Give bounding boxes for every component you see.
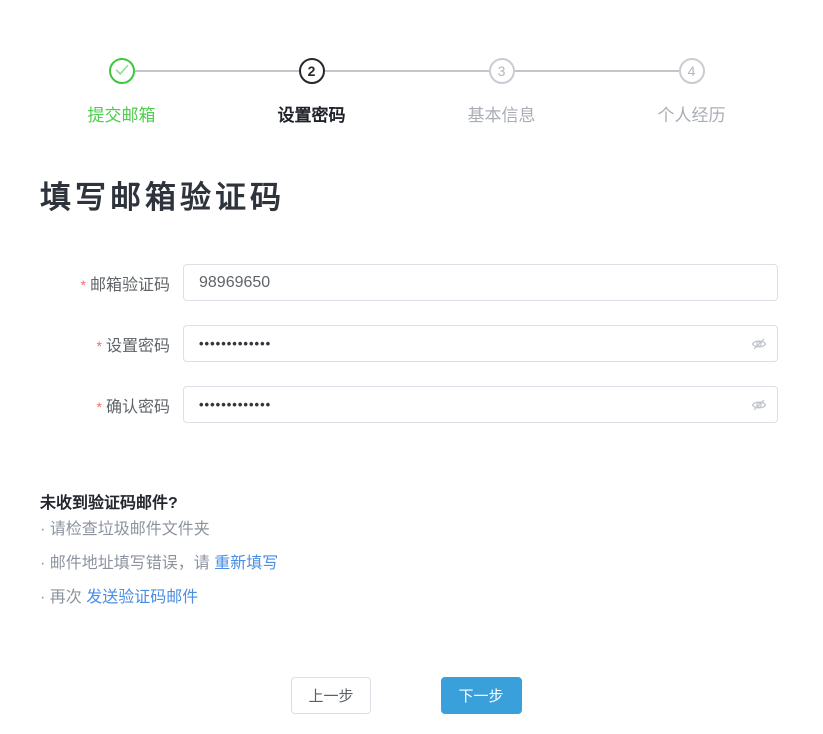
help-item-resend: · 再次 发送验证码邮件 [40,581,823,615]
help-item-check-spam: · 请检查垃圾邮件文件夹 [40,513,823,547]
refill-email-link[interactable]: 重新填写 [214,555,278,572]
confirm-password-row: *确认密码 [0,386,823,423]
email-code-row: *邮箱验证码 [0,264,823,301]
verification-form: *邮箱验证码 *设置密码 [0,264,823,423]
help-title: 未收到验证码邮件? [40,489,823,513]
required-marker: * [81,277,86,293]
email-code-input-wrap [183,264,778,301]
stepper-labels: 提交邮箱 设置密码 基本信息 个人经历 [109,101,705,125]
stepper-connector [135,70,299,72]
help-section: 未收到验证码邮件? · 请检查垃圾邮件文件夹 · 邮件地址填写错误，请 重新填写… [40,489,823,615]
email-code-label: *邮箱验证码 [0,271,183,295]
confirm-password-input-wrap [183,386,778,423]
next-step-button[interactable]: 下一步 [441,677,522,714]
step-circle-basic-info: 3 [489,58,515,84]
stepper-track: 2 3 4 [109,58,705,84]
confirm-password-input[interactable] [183,386,778,423]
eye-off-icon[interactable] [750,335,768,353]
step-label-basic-info: 基本信息 [468,101,536,126]
registration-page: 2 3 4 提交邮箱 设置密码 基本信息 个人经历 填写邮箱验证码 *邮箱验证码… [0,0,823,734]
email-code-input[interactable] [183,264,778,301]
action-bar: 上一步 下一步 [0,677,818,714]
stepper-connector [515,70,679,72]
confirm-password-label: *确认密码 [0,393,183,417]
set-password-label: *设置密码 [0,332,183,356]
required-marker: * [97,399,102,415]
step-label-set-password: 设置密码 [278,101,346,126]
stepper: 2 3 4 提交邮箱 设置密码 基本信息 个人经历 [109,0,705,125]
help-item-wrong-address: · 邮件地址填写错误，请 重新填写 [40,547,823,581]
step-circle-experience: 4 [679,58,705,84]
stepper-connector [325,70,489,72]
prev-step-button[interactable]: 上一步 [291,677,370,714]
resend-verification-link[interactable]: 发送验证码邮件 [86,589,198,606]
required-marker: * [97,338,102,354]
page-title: 填写邮箱验证码 [40,172,823,217]
step-label-experience: 个人经历 [658,101,726,126]
eye-off-icon[interactable] [750,396,768,414]
step-circle-submit-email [109,58,135,84]
set-password-row: *设置密码 [0,325,823,362]
step-label-submit-email: 提交邮箱 [88,101,156,126]
set-password-input[interactable] [183,325,778,362]
check-icon [115,63,129,79]
step-circle-set-password: 2 [299,58,325,84]
set-password-input-wrap [183,325,778,362]
